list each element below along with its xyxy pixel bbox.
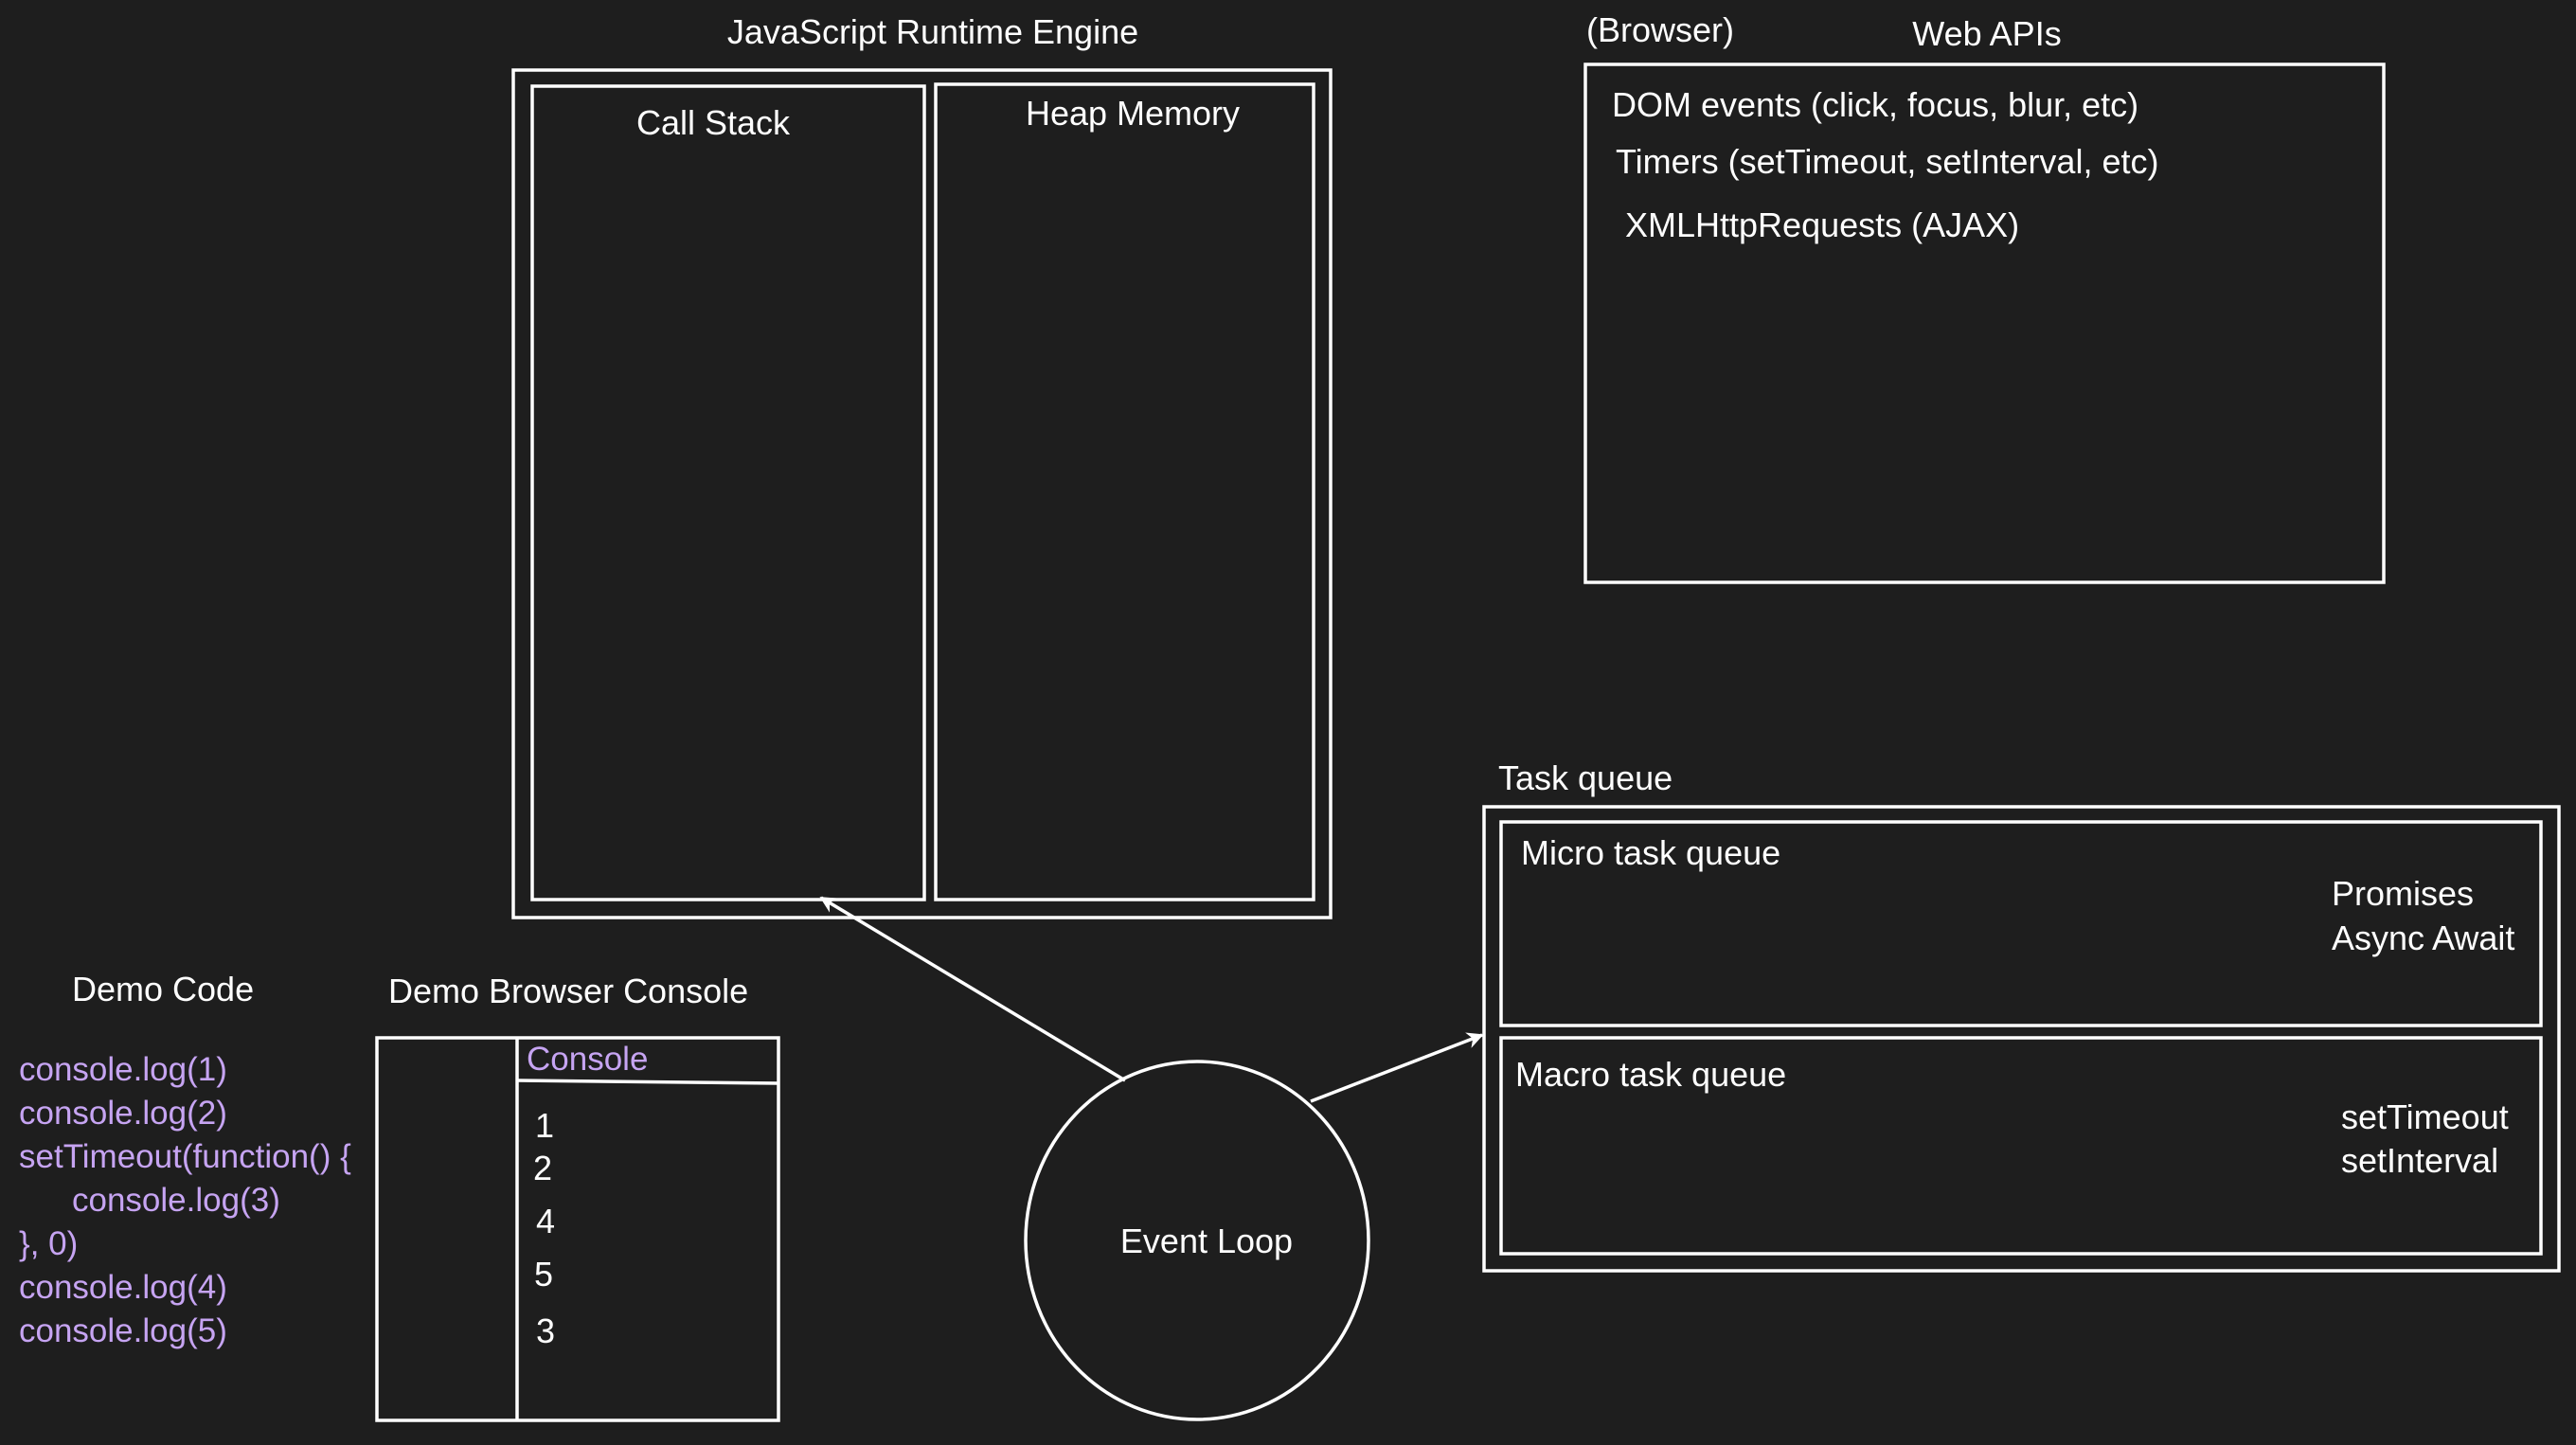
demo-console-title: Demo Browser Console [388, 972, 748, 1010]
console-output-line: 3 [536, 1311, 555, 1350]
code-line: console.log(3) [72, 1182, 280, 1219]
runtime-engine-box [511, 68, 1333, 919]
demo-code-title: Demo Code [72, 970, 254, 1008]
code-line: console.log(4) [19, 1269, 227, 1306]
heap-memory-box [934, 82, 1315, 901]
web-api-item: Timers (setTimeout, setInterval, etc) [1616, 142, 2158, 181]
browser-label: (Browser) [1586, 10, 1734, 49]
micro-task-queue-title: Micro task queue [1521, 833, 1780, 872]
code-line: console.log(2) [19, 1095, 227, 1132]
call-stack-title: Call Stack [636, 103, 791, 142]
runtime-engine-title: JavaScript Runtime Engine [727, 12, 1138, 51]
code-line: console.log(5) [19, 1312, 227, 1349]
arrow-event-loop-to-call-stack [819, 896, 1126, 1082]
console-output-line: 5 [534, 1255, 553, 1293]
console-output-line: 4 [536, 1202, 555, 1240]
console-header: Console [527, 1041, 648, 1078]
web-api-item: XMLHttpRequests (AJAX) [1625, 205, 2019, 244]
arrow-event-loop-to-task-queue [1310, 1032, 1484, 1103]
call-stack-box [530, 84, 926, 901]
demo-code-block: console.log(1) console.log(2) setTimeout… [19, 1051, 351, 1349]
console-divider-horizontal [516, 1079, 779, 1085]
console-output-line: 1 [535, 1106, 554, 1145]
web-api-item: DOM events (click, focus, blur, etc) [1612, 85, 2138, 124]
heap-memory-title: Heap Memory [1026, 94, 1240, 133]
code-line: setTimeout(function() { [19, 1138, 351, 1175]
macro-task-item: setTimeout [2341, 1097, 2509, 1136]
macro-task-queue-title: Macro task queue [1515, 1055, 1786, 1094]
demo-console-box [375, 1036, 780, 1422]
task-queue-title: Task queue [1498, 758, 1673, 797]
code-line: }, 0) [19, 1225, 78, 1262]
console-output-line: 2 [533, 1149, 552, 1187]
web-apis-title: Web APIs [1912, 14, 2061, 53]
micro-task-item: Promises [2332, 874, 2474, 913]
code-line: console.log(1) [19, 1051, 227, 1088]
event-loop-label: Event Loop [1120, 1222, 1293, 1260]
macro-task-item: setInterval [2341, 1141, 2498, 1180]
micro-task-item: Async Await [2332, 919, 2514, 957]
event-loop-diagram: JavaScript Runtime Engine Call Stack Hea… [19, 10, 2561, 1422]
